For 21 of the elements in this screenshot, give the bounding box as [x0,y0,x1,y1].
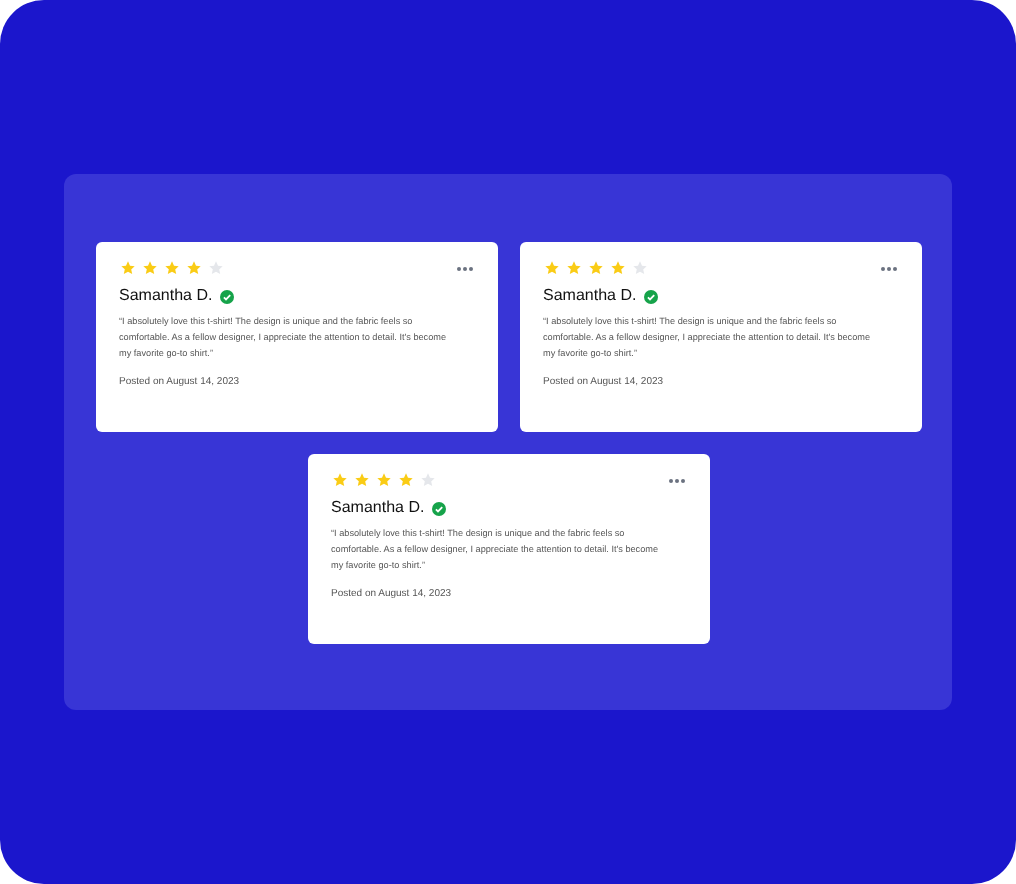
more-icon[interactable] [455,265,473,271]
star-icon [141,260,157,276]
star-icon [353,472,369,488]
star-icon [397,472,413,488]
more-icon[interactable] [667,477,685,483]
star-icon [119,260,135,276]
more-icon[interactable] [879,265,897,271]
star-icon [331,472,347,488]
reviewer-name: Samantha D. [331,496,425,520]
star-icon [565,260,581,276]
star-icon [609,260,625,276]
star-icon [185,260,201,276]
reviewer-name: Samantha D. [543,284,637,308]
reviewer-name: Samantha D. [119,284,213,308]
star-icon [587,260,603,276]
star-icon [375,472,391,488]
star-icon [163,260,179,276]
star-icon [631,260,647,276]
star-icon [207,260,223,276]
star-icon [419,472,435,488]
star-icon [543,260,559,276]
